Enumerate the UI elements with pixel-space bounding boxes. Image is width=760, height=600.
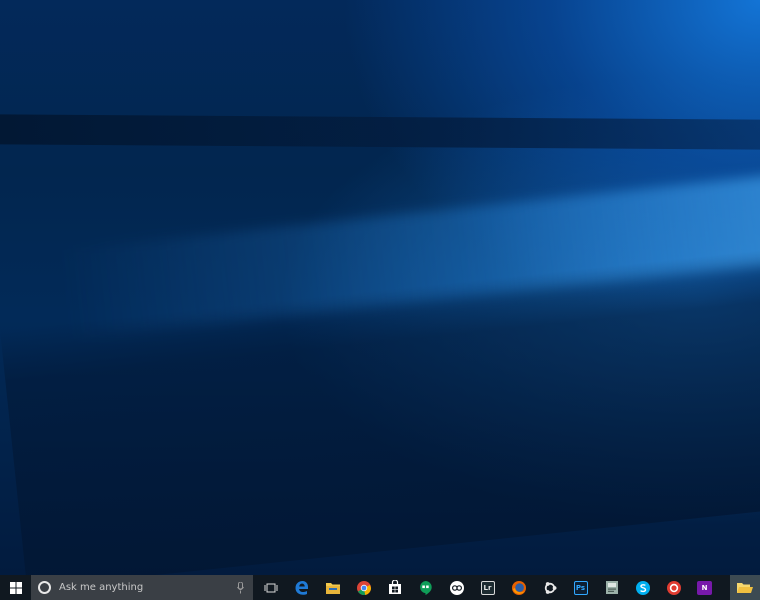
onenote-button[interactable]: N	[689, 575, 720, 600]
search-placeholder: Ask me anything	[59, 582, 144, 593]
edge-icon	[295, 580, 308, 595]
onenote-icon: N	[697, 580, 712, 595]
store-icon	[388, 580, 401, 594]
lightroom-icon: Lr	[480, 580, 495, 595]
task-view-icon	[264, 583, 277, 592]
photoshop-icon: Ps	[573, 580, 588, 595]
lightroom-button[interactable]: Lr	[472, 575, 503, 600]
edge-button[interactable]	[286, 575, 317, 600]
show-desktop-area[interactable]	[730, 575, 760, 600]
ubuntu-icon	[544, 581, 556, 594]
search-box[interactable]: Ask me anything	[31, 575, 253, 600]
file-explorer-icon	[325, 582, 340, 594]
firefox-icon	[511, 580, 526, 595]
desktop-wallpaper	[0, 0, 760, 575]
hangouts-icon	[420, 580, 432, 595]
wallpaper-shadow-band	[0, 246, 760, 575]
skype-button[interactable]	[627, 575, 658, 600]
hangouts-button[interactable]	[410, 575, 441, 600]
app-red-icon	[666, 580, 681, 595]
creative-cloud-icon	[449, 580, 464, 595]
ubuntu-button[interactable]	[534, 575, 565, 600]
task-view-button[interactable]	[255, 575, 286, 600]
skype-icon	[635, 580, 650, 595]
creative-cloud-button[interactable]	[441, 575, 472, 600]
chrome-button[interactable]	[348, 575, 379, 600]
notepad-button[interactable]	[596, 575, 627, 600]
wallpaper-light-beam	[60, 170, 760, 340]
taskbar: Ask me anything Lr Ps N	[0, 575, 760, 600]
wallpaper-dark-band	[0, 114, 760, 150]
notepad-icon	[605, 581, 618, 594]
windows-logo-icon	[9, 581, 22, 594]
chrome-icon	[356, 580, 371, 595]
store-button[interactable]	[379, 575, 410, 600]
firefox-button[interactable]	[503, 575, 534, 600]
red-app-button[interactable]	[658, 575, 689, 600]
start-button[interactable]	[0, 575, 31, 600]
microphone-icon[interactable]	[237, 582, 244, 594]
photoshop-button[interactable]: Ps	[565, 575, 596, 600]
file-explorer-button[interactable]	[317, 575, 348, 600]
folder-open-icon	[737, 582, 753, 593]
cortana-icon	[38, 581, 51, 594]
